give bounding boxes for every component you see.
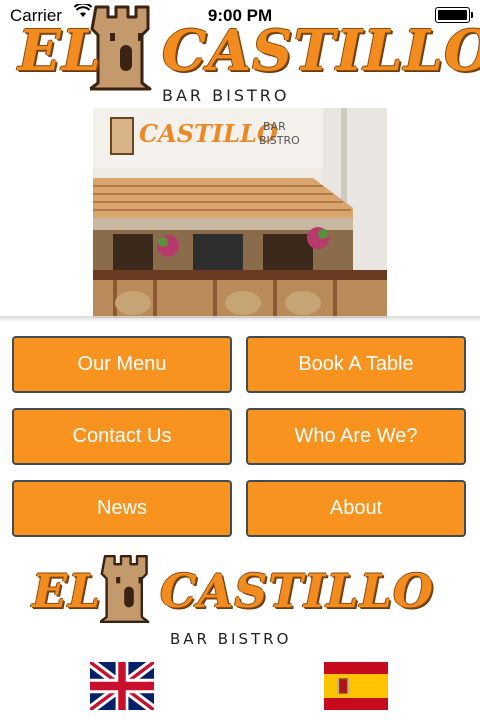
uk-flag-icon[interactable] [90,662,154,710]
clock: 9:00 PM [207,6,273,25]
contact-us-button[interactable]: Contact Us [12,408,232,465]
status-bar: Carrier 9:00 PM [0,0,480,28]
restaurant-photo: CASTILLO BAR BISTRO [93,108,387,318]
photo-sign-bistro: BISTRO [259,134,300,147]
footer-logo: EL CASTILLO BAR BISTRO [0,550,480,650]
photo-sign-bar: BAR [263,120,286,133]
footer-logo-el: EL [32,564,102,618]
photo-divider [0,316,480,322]
footer-logo-tagline: BAR BISTRO [170,630,292,648]
restaurant-photo-image: CASTILLO BAR BISTRO [93,108,387,318]
who-are-we-button[interactable]: Who Are We? [246,408,466,465]
news-button[interactable]: News [12,480,232,537]
castle-tower-icon [100,555,150,623]
footer-logo-castillo: CASTILLO [160,564,435,618]
about-button[interactable]: About [246,480,466,537]
spain-flag-icon[interactable] [324,662,388,710]
battery-icon [435,7,473,23]
photo-sign-name: CASTILLO [139,119,278,148]
book-table-button[interactable]: Book A Table [246,336,466,393]
logo-tagline: BAR BISTRO [162,86,290,105]
our-menu-button[interactable]: Our Menu [12,336,232,393]
